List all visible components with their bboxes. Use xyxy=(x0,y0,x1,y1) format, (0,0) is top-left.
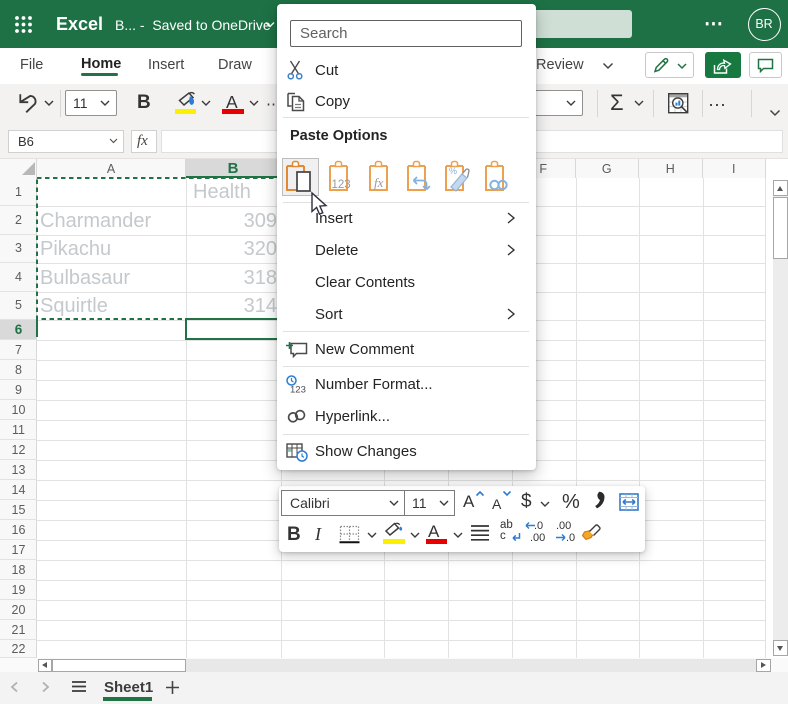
svg-text:123: 123 xyxy=(290,385,306,395)
svg-text:123: 123 xyxy=(332,179,351,191)
svg-text:fx: fx xyxy=(374,175,384,190)
svg-text:%: % xyxy=(449,166,457,176)
